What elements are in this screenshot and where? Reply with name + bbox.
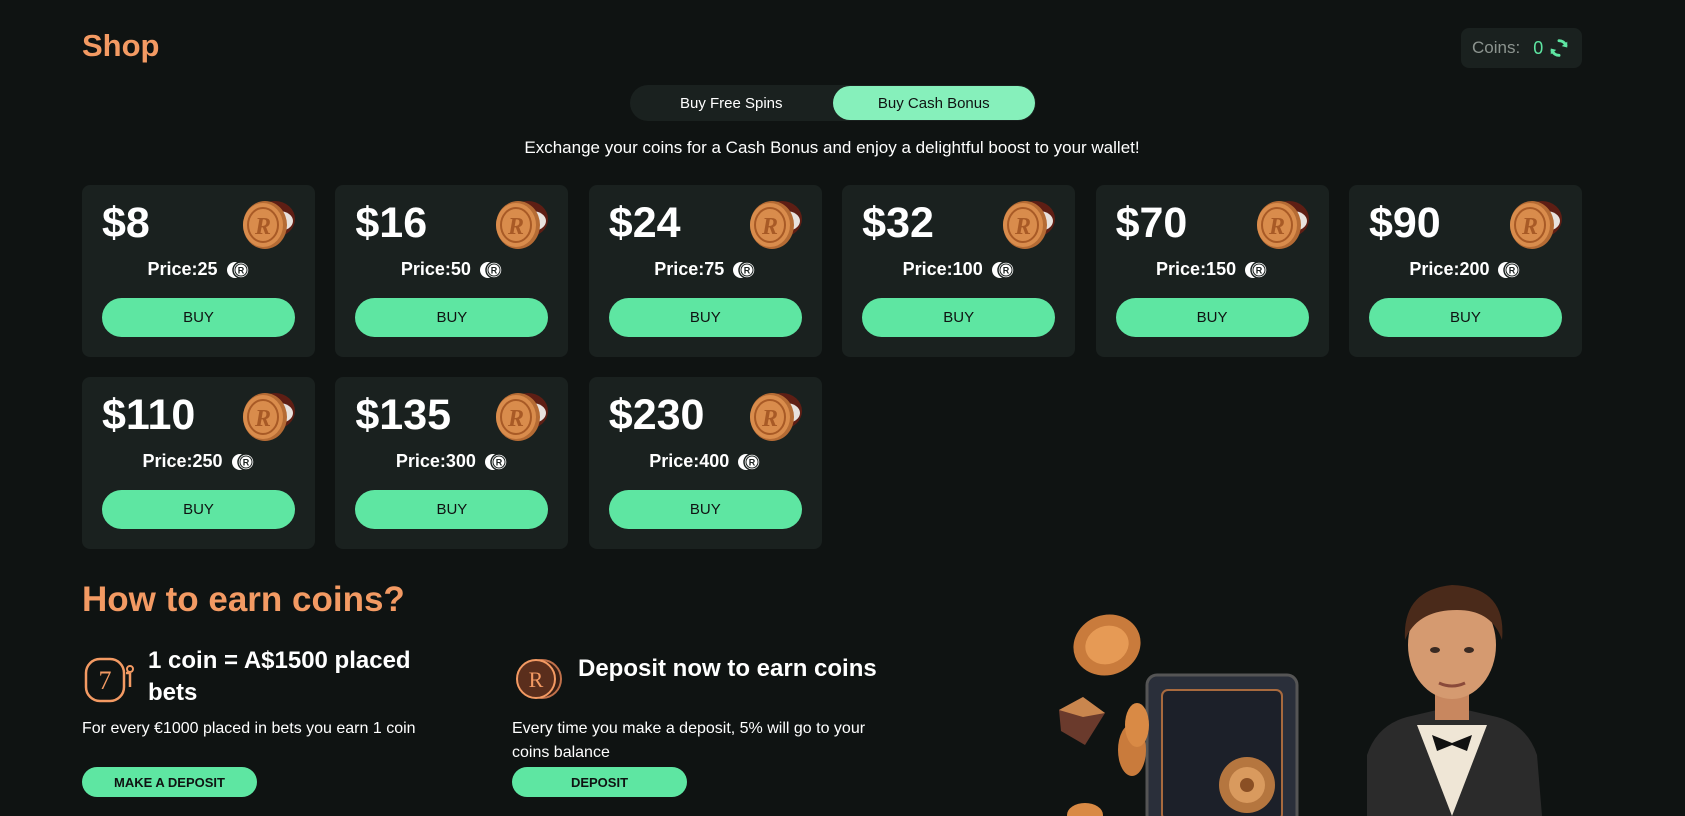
offer-price: Price:200	[1349, 259, 1582, 280]
offer-amount: $70	[1115, 199, 1188, 247]
svg-text:R: R	[529, 667, 544, 692]
price-text: Price:300	[395, 451, 476, 471]
make-deposit-button[interactable]: MAKE A DEPOSIT	[82, 767, 257, 797]
offer-price: Price:100	[842, 259, 1075, 280]
coin-icon	[242, 392, 296, 442]
offer-amount: $90	[1368, 199, 1441, 247]
offer-price: Price:300	[335, 451, 568, 472]
offer-amount: $16	[355, 199, 428, 247]
offer-amount: $230	[608, 391, 705, 439]
offer-amount: $110	[102, 391, 196, 439]
offer-price: Price:75	[589, 259, 822, 280]
coin-icon	[732, 260, 757, 279]
coin-icon	[230, 452, 255, 471]
coin-icon	[748, 200, 803, 250]
price-text: Price:400	[649, 451, 730, 471]
price-text: Price:150	[1156, 259, 1237, 279]
coin-icon: R	[516, 659, 562, 699]
coins-value: 0	[1533, 37, 1544, 58]
offer-card: $110 Price:250 BUY	[82, 377, 315, 549]
tab-buy-free-spins[interactable]: Buy Free Spins	[630, 85, 833, 121]
offer-card: $70 Price:150 BUY	[1095, 185, 1329, 357]
earn-heading: Deposit now to earn coins	[578, 655, 877, 682]
offer-card: $16 Price:50 BUY	[335, 185, 569, 357]
earn-heading: 1 coin = A$1500 placed bets	[148, 647, 411, 706]
offer-card: $135 Price:300 BUY	[335, 377, 569, 549]
coins-balance: Coins: 0	[1461, 28, 1582, 68]
earn-title: How to earn coins?	[82, 580, 405, 619]
buy-button[interactable]: BUY	[608, 490, 802, 529]
offer-card: $230 Price:400 BUY	[588, 377, 822, 549]
offer-price: Price:250	[82, 451, 315, 472]
earn-description: For every €1000 placed in bets you earn …	[82, 720, 416, 737]
price-text: Price:75	[654, 259, 725, 279]
price-text: Price:50	[400, 259, 471, 279]
buy-button[interactable]: BUY	[102, 490, 295, 529]
offer-grid: $8 Price:25 BUY $16 Price:50 BUY $24 Pri…	[82, 185, 1582, 549]
offer-amount: $32	[862, 199, 934, 247]
coin-icon	[225, 260, 250, 279]
coin-icon	[737, 452, 762, 471]
shop-page: Shop Coins: 0 Buy Free Spins Buy Cash Bo…	[82, 0, 1582, 816]
buy-button[interactable]: BUY	[355, 490, 549, 529]
hero-illustration	[1059, 585, 1542, 816]
offer-card: $32 Price:100 BUY	[842, 185, 1076, 357]
coin-icon	[748, 392, 803, 442]
earn-description: Every time you make a deposit, 5% will g…	[512, 720, 866, 761]
offer-price: Price:150	[1096, 259, 1329, 280]
offer-card: $90 Price:200 BUY	[1348, 185, 1582, 357]
offer-price: Price:400	[589, 451, 822, 472]
price-text: Price:25	[147, 259, 218, 279]
shop-subtitle: Exchange your coins for a Cash Bonus and…	[524, 138, 1140, 157]
coin-icon	[484, 452, 508, 471]
offer-amount: $8	[102, 199, 150, 247]
coin-icon	[990, 260, 1015, 279]
price-text: Price:100	[902, 259, 983, 279]
offer-price: Price:25	[82, 259, 315, 280]
coin-icon	[1497, 260, 1522, 279]
deposit-button[interactable]: DEPOSIT	[512, 767, 687, 797]
coin-icon	[479, 260, 503, 279]
refresh-icon[interactable]	[1548, 37, 1570, 59]
coin-icon	[1508, 200, 1563, 250]
coin-icon	[495, 200, 550, 250]
buy-button[interactable]: BUY	[608, 298, 802, 337]
coin-icon	[1002, 200, 1057, 250]
offer-amount: $135	[355, 391, 452, 439]
coins-label: Coins:	[1472, 38, 1521, 57]
tab-buy-cash-bonus[interactable]: Buy Cash Bonus	[832, 86, 1035, 120]
offer-card: $24 Price:75 BUY	[588, 185, 822, 357]
shop-tabs: Buy Free Spins Buy Cash Bonus	[630, 85, 1036, 121]
buy-button[interactable]: BUY	[1115, 298, 1309, 337]
price-text: Price:200	[1409, 259, 1490, 279]
offer-price: Price:50	[335, 259, 568, 280]
svg-text:7: 7	[99, 666, 112, 695]
page-title: Shop	[82, 28, 160, 63]
coin-icon	[495, 392, 550, 442]
coin-icon	[1244, 260, 1268, 279]
buy-button[interactable]: BUY	[1368, 298, 1562, 337]
offer-card: $8 Price:25 BUY	[82, 185, 315, 357]
buy-button[interactable]: BUY	[355, 298, 549, 337]
buy-button[interactable]: BUY	[862, 298, 1056, 337]
buy-button[interactable]: BUY	[102, 298, 295, 337]
offer-amount: $24	[608, 199, 681, 247]
coin-icon	[242, 200, 296, 250]
coin-icon	[1255, 200, 1310, 250]
price-text: Price:250	[142, 451, 223, 471]
slot-machine-icon: 7	[84, 657, 134, 703]
